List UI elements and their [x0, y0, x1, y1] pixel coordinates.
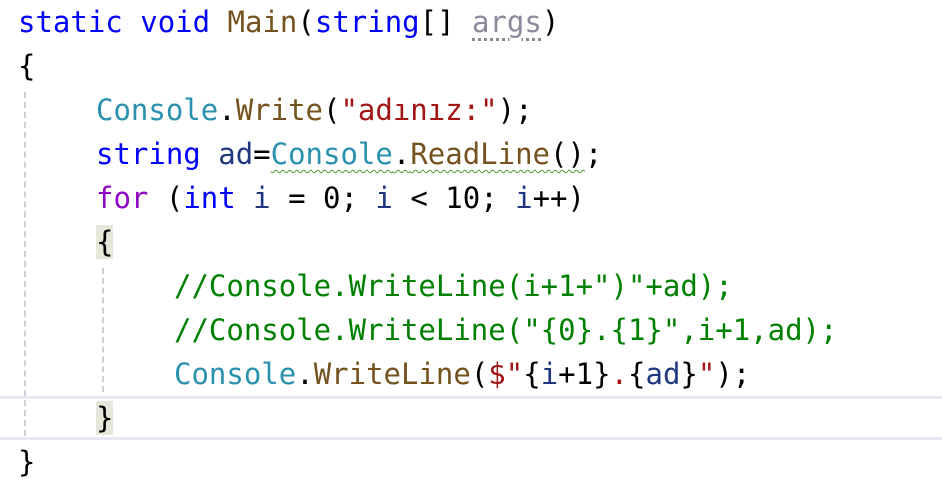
code-content: Console.Write("adınız:");: [96, 88, 533, 132]
code-line[interactable]: {: [0, 220, 942, 264]
code-token-local: ad: [645, 357, 681, 391]
code-token-number: 0: [323, 181, 341, 215]
code-token-method: Main: [227, 5, 298, 39]
code-token-plain: +: [558, 357, 576, 391]
code-token-plain: =: [270, 181, 324, 215]
code-token-plain: {: [96, 225, 114, 259]
code-content: string ad=Console.ReadLine();: [96, 132, 602, 176]
code-token-plain: (: [470, 357, 489, 391]
code-editor[interactable]: static void Main(string[] args){Console.…: [0, 0, 942, 485]
code-token-plain: ;: [340, 181, 376, 215]
code-token-local: i: [375, 181, 393, 215]
code-token-keyword: void: [140, 5, 211, 39]
code-token-plain: (): [550, 137, 585, 171]
code-line[interactable]: Console.WriteLine($"{i+1}.{ad}");: [0, 352, 942, 396]
code-token-keyword: string: [96, 137, 201, 171]
code-token-number: 1: [575, 357, 594, 391]
code-line[interactable]: for (int i = 0; i < 10; i++): [0, 176, 942, 220]
code-token-plain: =: [253, 137, 271, 171]
code-line[interactable]: }: [0, 396, 942, 440]
code-token-plain: }: [680, 357, 698, 391]
code-line[interactable]: string ad=Console.ReadLine();: [0, 132, 942, 176]
code-token-keyword: string: [314, 5, 420, 39]
code-line[interactable]: //Console.WriteLine("{0}.{1}",i+1,ad);: [0, 308, 942, 352]
code-token-keyword: static: [18, 5, 123, 39]
code-token-number: 10: [445, 181, 481, 215]
code-content: static void Main(string[] args): [18, 0, 559, 44]
code-token-plain: ;: [584, 137, 603, 171]
code-content: }: [18, 440, 35, 484]
code-line[interactable]: {: [0, 44, 942, 88]
code-token-string: .: [610, 357, 629, 391]
code-token-local: i: [253, 181, 271, 215]
indent-guide: [102, 268, 104, 392]
code-token-keyword: int: [183, 181, 236, 215]
code-content: {: [96, 220, 114, 264]
code-content: Console.WriteLine($"{i+1}.{ad}");: [174, 352, 750, 396]
code-token-control_keyword: for: [96, 181, 149, 215]
code-token-method: ReadLine: [410, 137, 550, 171]
code-token-string: "adınız:": [340, 93, 498, 127]
code-token-local: i: [540, 357, 559, 391]
code-content: }: [96, 399, 114, 437]
code-content: {: [18, 44, 35, 88]
code-token-type: Console: [96, 93, 219, 127]
code-token-plain: .: [218, 93, 236, 127]
code-token-local: ad: [218, 137, 254, 171]
code-line[interactable]: //Console.WriteLine(i+1+")"+ad);: [0, 264, 942, 308]
code-token-string: $": [488, 357, 524, 391]
code-line[interactable]: static void Main(string[] args): [0, 0, 942, 44]
code-token-plain: .: [296, 357, 314, 391]
code-token-method: Write: [235, 93, 323, 127]
code-token-plain: }: [96, 401, 114, 435]
code-content: for (int i = 0; i < 10; i++): [96, 176, 585, 220]
code-line[interactable]: Console.Write("adınız:");: [0, 88, 942, 132]
code-token-string: ": [697, 357, 716, 391]
code-token-comment: //Console.WriteLine(i+1+")"+ad);: [174, 269, 733, 303]
code-token-parameter: args: [472, 5, 542, 39]
code-token-comment: //Console.WriteLine("{0}.{1}",i+1,ad);: [174, 313, 838, 347]
code-token-plain: (: [297, 5, 315, 39]
code-content: //Console.WriteLine("{0}.{1}",i+1,ad);: [174, 308, 837, 352]
code-token-plain: <: [392, 181, 446, 215]
code-token-plain: ): [541, 5, 560, 39]
code-content: //Console.WriteLine(i+1+")"+ad);: [174, 264, 733, 308]
code-line[interactable]: }: [0, 440, 942, 484]
code-token-plain: (: [148, 181, 184, 215]
code-token-plain: );: [715, 357, 751, 391]
code-token-plain: {: [18, 49, 36, 83]
code-token-plain: );: [497, 93, 533, 127]
code-token-plain: ++): [532, 181, 585, 215]
code-token-plain: {: [628, 357, 646, 391]
code-token-plain: ;: [480, 181, 516, 215]
code-token-plain: {: [523, 357, 541, 391]
indent-guide: [24, 92, 26, 436]
code-token-plain: []: [419, 5, 473, 39]
code-token-method: WriteLine: [313, 357, 471, 391]
code-token-plain: }: [593, 357, 611, 391]
code-token-type: Console: [174, 357, 297, 391]
code-token-plain: .: [392, 137, 411, 171]
code-token-local: i: [515, 181, 533, 215]
code-token-type: Console: [270, 137, 393, 171]
code-token-plain: (: [323, 93, 341, 127]
code-token-plain: }: [18, 445, 36, 479]
